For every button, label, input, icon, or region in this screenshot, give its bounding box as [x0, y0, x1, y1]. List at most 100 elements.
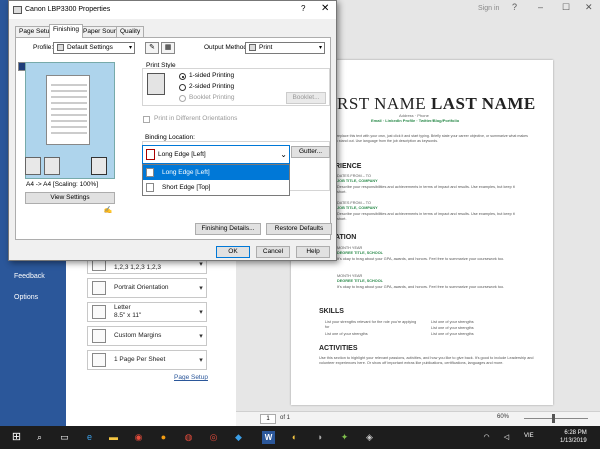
app-icon-7[interactable]: ◈	[363, 431, 376, 444]
paper-size-sub: 8.5" x 11"	[114, 312, 142, 319]
app-icon-2[interactable]: ◎	[207, 431, 220, 444]
close-window-icon[interactable]: ✕	[585, 2, 593, 13]
printer-icon	[13, 6, 22, 14]
dialog-title: Canon LBP3300 Properties	[25, 6, 111, 13]
activities-desc: Use this section to highlight your relev…	[319, 356, 534, 365]
printer-properties-dialog: Canon LBP3300 Properties ? ✕ Page Setup …	[8, 0, 337, 261]
edu-desc-2: It's okay to brag about your GPA, awards…	[337, 285, 505, 289]
exp-desc-2: Describe your responsibilities and achie…	[337, 212, 515, 221]
preview-page	[46, 75, 90, 145]
help-button[interactable]: Help	[296, 246, 330, 258]
gutter-button[interactable]: Gutter...	[291, 146, 330, 158]
two-sided-radio[interactable]	[179, 84, 186, 91]
resume-name: RST NAME LAST NAME	[337, 94, 536, 114]
wifi-icon[interactable]: ◠	[480, 431, 493, 444]
pages-per-sheet-option[interactable]: 1 Page Per Sheet ▾	[87, 350, 207, 370]
search-icon[interactable]: ⌕	[33, 431, 46, 444]
skill-right-2: List one of your strengths	[431, 326, 474, 330]
app-icon-1[interactable]: ◍	[182, 431, 195, 444]
orientation-label: Portrait Orientation	[114, 284, 169, 291]
volume-icon[interactable]: ◁	[500, 431, 513, 444]
binding-option-short-edge-label: Short Edge [Top]	[162, 184, 211, 191]
app-icon-3[interactable]: ◆	[232, 431, 245, 444]
edu-degree-2: DEGREE TITLE, SCHOOL	[337, 279, 383, 283]
page-number-input[interactable]: 1	[260, 414, 276, 424]
info-icon[interactable]: ✍	[101, 206, 115, 218]
exp-title-1: JOB TITLE, COMPANY	[337, 179, 378, 183]
app-icon-4[interactable]: ◐	[288, 431, 301, 444]
ok-button[interactable]: OK	[216, 246, 250, 258]
print-icon	[249, 43, 256, 51]
chevron-down-icon: ▾	[199, 261, 203, 268]
view-settings-button[interactable]: View Settings	[25, 192, 115, 204]
chrome-icon[interactable]: ◉	[132, 431, 145, 444]
maximize-icon[interactable]: ☐	[562, 2, 570, 13]
dialog-close-icon[interactable]: ✕	[321, 3, 329, 14]
profile-select[interactable]: Default Settings ▾	[53, 42, 135, 54]
binding-option-short-edge[interactable]: Short Edge [Top]	[143, 180, 289, 195]
tab-finishing[interactable]: Finishing	[49, 24, 84, 38]
language-indicator[interactable]: VIE	[524, 433, 534, 439]
profile-value: Default Settings	[67, 44, 113, 51]
zoom-level: 60%	[497, 414, 510, 420]
page-count: of 1	[280, 415, 291, 421]
resume-last-name: LAST NAME	[430, 94, 536, 113]
experience-heading: RIENCE	[335, 163, 362, 170]
backstage-options[interactable]: Options	[14, 294, 38, 301]
education-heading: ATION	[335, 234, 357, 241]
edge-icon[interactable]: e	[83, 431, 96, 444]
long-edge-icon	[146, 167, 154, 177]
one-sided-radio[interactable]	[179, 73, 186, 80]
finishing-details-button[interactable]: Finishing Details...	[195, 223, 261, 235]
zoom-slider[interactable]	[524, 418, 588, 419]
sign-in-link[interactable]: Sign in	[478, 5, 499, 12]
dialog-title-bar: Canon LBP3300 Properties ? ✕	[9, 1, 336, 19]
chevron-down-icon: ▾	[199, 333, 203, 340]
page-icon	[92, 353, 106, 367]
edu-desc-1: It's okay to brag about your GPA, awards…	[337, 257, 505, 261]
paper-size-option[interactable]: Letter 8.5" x 11" ▾	[87, 302, 207, 322]
orientation-option[interactable]: Portrait Orientation ▾	[87, 278, 207, 298]
restore-defaults-button[interactable]: Restore Defaults	[266, 223, 332, 235]
app-icon-5[interactable]: ◑	[313, 431, 326, 444]
activities-heading: ACTIVITIES	[319, 345, 358, 352]
booklet-button[interactable]: Booklet...	[286, 92, 326, 104]
dialog-help-icon[interactable]: ?	[301, 4, 305, 13]
binding-location-select[interactable]: Long Edge [Left] ⌄	[142, 145, 290, 164]
add-profile-icon[interactable]: ✎	[145, 42, 159, 54]
skill-right-3: List one of your strengths	[431, 332, 474, 336]
output-method-value: Print	[259, 44, 273, 51]
paper-icon	[92, 305, 106, 319]
page-setup-link[interactable]: Page Setup	[174, 374, 208, 381]
different-orientations-checkbox[interactable]	[143, 116, 150, 123]
pages-per-sheet-label: 1 Page Per Sheet	[114, 356, 166, 363]
edit-profile-icon[interactable]: ▦	[161, 42, 175, 54]
skills-heading: SKILLS	[319, 308, 344, 315]
word-icon[interactable]: W	[262, 431, 275, 444]
two-sided-label: 2-sided Printing	[189, 83, 235, 90]
booklet-radio[interactable]	[179, 95, 186, 102]
backstage-feedback[interactable]: Feedback	[14, 273, 45, 280]
exp-title-2: JOB TITLE, COMPANY	[337, 206, 378, 210]
portrait-icon	[92, 281, 106, 295]
output-method-label: Output Method:	[204, 44, 249, 51]
clock[interactable]: 6:28 PM 1/13/2019	[560, 429, 587, 445]
cancel-button[interactable]: Cancel	[256, 246, 290, 258]
margins-option[interactable]: Custom Margins ▾	[87, 326, 207, 346]
chevron-down-icon: ▾	[199, 285, 203, 292]
windows-start-icon[interactable]: ⊞	[10, 431, 23, 444]
chevron-down-icon: ▾	[128, 45, 132, 51]
binding-option-long-edge[interactable]: Long Edge [Left]	[143, 165, 289, 180]
app-icon-6[interactable]: ✦	[338, 431, 351, 444]
binding-location-label: Binding Location:	[145, 134, 195, 141]
chevron-down-icon: ▾	[318, 45, 322, 51]
edu-degree-1: DEGREE TITLE, SCHOOL	[337, 251, 383, 255]
minimize-icon[interactable]: –	[538, 2, 543, 12]
task-view-icon[interactable]: ▭	[58, 431, 71, 444]
help-icon[interactable]: ?	[512, 2, 517, 12]
tab-quality[interactable]: Quality	[116, 26, 145, 37]
zoom-slider-thumb[interactable]	[552, 414, 555, 423]
file-explorer-icon[interactable]: ▬	[107, 431, 120, 444]
output-method-select[interactable]: Print ▾	[245, 42, 325, 54]
firefox-icon[interactable]: ●	[157, 431, 170, 444]
